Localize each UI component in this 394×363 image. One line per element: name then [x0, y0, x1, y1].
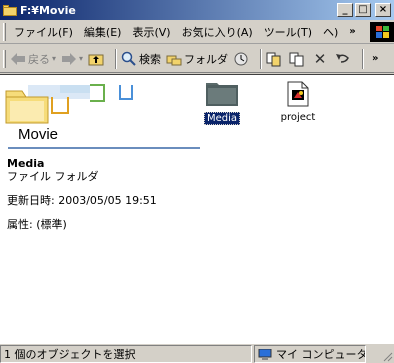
menu-bar: ファイル(F) 編集(E) 表示(V) お気に入り(A) ツール(T) ヘ) »	[0, 20, 394, 44]
menu-view[interactable]: 表示(V)	[128, 24, 174, 40]
history-button[interactable]	[233, 51, 251, 67]
folder-content-pane: Movie Media ファイル フォルダ 更新日時: 2003/05/05 1…	[0, 74, 394, 344]
maximize-button[interactable]: □	[355, 3, 371, 17]
up-folder-icon	[88, 51, 104, 67]
menu-overflow-button[interactable]: »	[345, 26, 359, 37]
explorer-window: F:¥Movie _ □ × ファイル(F) 編集(E) 表示(V) お気に入り…	[0, 0, 394, 363]
copy-to-icon	[289, 51, 305, 67]
project-file-icon	[287, 81, 309, 107]
menu-edit[interactable]: 編集(E)	[80, 24, 126, 40]
file-item-label: project	[280, 112, 316, 123]
forward-arrow-icon	[61, 51, 77, 67]
folders-label: フォルダ	[184, 52, 229, 66]
toolbar-overflow-button[interactable]: »	[368, 53, 382, 64]
forward-button[interactable]: ▾	[61, 51, 83, 67]
history-icon	[233, 51, 249, 67]
close-button[interactable]: ×	[375, 3, 391, 17]
details-panel: Media ファイル フォルダ 更新日時: 2003/05/05 19:51 属…	[7, 157, 157, 231]
back-dropdown-icon: ▾	[52, 54, 57, 63]
my-computer-icon	[258, 348, 272, 360]
toolbar-separator	[260, 48, 263, 69]
file-item-label: Media	[203, 112, 241, 125]
title-bar[interactable]: F:¥Movie _ □ ×	[0, 0, 394, 20]
folder-title: Movie	[18, 126, 59, 143]
status-selection-text: 1 個のオブジェクトを選択	[0, 345, 252, 363]
selected-item-name: Media	[7, 157, 45, 170]
resize-grip[interactable]	[366, 345, 394, 363]
delete-icon: ✕	[313, 49, 327, 68]
file-item-media[interactable]: Media	[202, 81, 242, 125]
menu-favorites[interactable]: お気に入り(A)	[178, 24, 257, 40]
folders-icon	[166, 51, 182, 67]
menu-help[interactable]: ヘ)	[319, 24, 342, 40]
minimize-button[interactable]: _	[337, 3, 353, 17]
status-zone-label: マイ コンピュータ	[276, 348, 366, 361]
window-title: F:¥Movie	[20, 3, 76, 17]
search-label: 検索	[139, 52, 162, 66]
standard-toolbar: 戻る ▾ ▾ 検索 フォルダ ✕ »	[0, 45, 394, 73]
toolbar-separator	[115, 48, 118, 69]
modified-date: 更新日時: 2003/05/05 19:51	[7, 194, 157, 207]
file-item-project[interactable]: project	[272, 81, 324, 123]
back-arrow-icon	[10, 51, 26, 67]
title-underline	[8, 147, 200, 149]
menu-file[interactable]: ファイル(F)	[10, 24, 77, 40]
status-bar: 1 個のオブジェクトを選択 マイ コンピュータ	[0, 345, 394, 363]
search-icon	[121, 51, 137, 67]
back-label: 戻る	[28, 52, 50, 66]
back-button[interactable]: 戻る ▾	[10, 51, 56, 67]
delete-button[interactable]: ✕	[312, 49, 330, 68]
attributes: 属性: (標準)	[7, 218, 67, 231]
search-button[interactable]: 検索	[121, 51, 161, 67]
undo-button[interactable]	[335, 51, 353, 67]
toolbar-grip[interactable]	[3, 49, 6, 68]
folder-icon	[206, 83, 238, 106]
toolbar-separator	[362, 48, 365, 69]
folder-icon	[3, 4, 17, 16]
status-zone: マイ コンピュータ	[254, 345, 366, 363]
copy-to-button[interactable]	[289, 51, 307, 67]
menu-tools[interactable]: ツール(T)	[260, 24, 316, 40]
forward-dropdown-icon: ▾	[79, 54, 84, 63]
undo-icon	[335, 51, 351, 67]
up-folder-button[interactable]	[88, 51, 106, 67]
move-to-button[interactable]	[266, 51, 284, 67]
move-to-icon	[266, 51, 282, 67]
windows-logo-icon	[370, 21, 394, 42]
folders-button[interactable]: フォルダ	[166, 51, 228, 67]
menubar-grip[interactable]	[3, 22, 6, 41]
selected-item-type: ファイル フォルダ	[7, 170, 99, 183]
